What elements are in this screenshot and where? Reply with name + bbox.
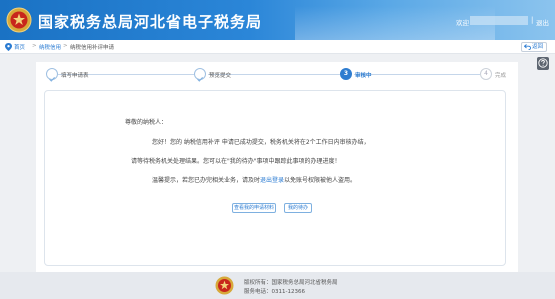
site-footer: 版权所有：国家税务总局河北省税务局 服务电话：0311-12366 [0, 272, 555, 299]
breadcrumb-current: 纳税信用补评申请 [70, 45, 115, 51]
message-line-3: 温馨提示，若您已办完相关业务，请及时退出登录以免账号权限被他人盗用。 [152, 175, 356, 184]
breadcrumb-separator: > [32, 43, 37, 49]
header-separator: | [531, 16, 534, 24]
step-4-indicator: 4 [480, 68, 492, 80]
message-line-2: 请等待税务机关处理结果。您可以在"我的待办"事项中跟踪此事项的办理进度！ [131, 158, 341, 165]
footer-copyright: 版权所有：国家税务总局河北省税务局 [244, 280, 338, 286]
welcome-text: 欢迎 [456, 19, 469, 27]
view-application-button[interactable]: 查看我的申请材料 [232, 203, 276, 213]
step-1-done-icon [46, 68, 58, 82]
breadcrumb-home[interactable]: 首页 [14, 43, 25, 51]
logout-inline-link[interactable]: 退出登录 [260, 177, 284, 184]
footer-hotline: 服务电话：0311-12366 [244, 289, 305, 295]
breadcrumb-credit[interactable]: 纳税信用 [39, 43, 61, 51]
message-line-1: 您好！您的 纳税信用补评 申请已成功提交，税务机关将在2个工作日内审核办结， [152, 139, 370, 146]
step-3-number: 3 [343, 70, 349, 77]
main-panel: 填写申请表 预览提交 3 审核中 4 完成 尊敬的纳税人： 您好！您的 纳税信用… [36, 62, 518, 272]
step-1-label: 填写申请表 [61, 73, 89, 79]
step-3-label: 审核中 [355, 73, 372, 79]
greeting-text: 尊敬的纳税人： [125, 119, 168, 126]
breadcrumb-separator: > [63, 43, 68, 49]
user-name-masked [470, 16, 528, 25]
back-button[interactable]: 返回 [521, 42, 547, 52]
help-icon [538, 58, 548, 68]
step-3-indicator: 3 [340, 68, 352, 80]
logout-link[interactable]: 退出 [536, 17, 549, 27]
tax-emblem-icon [6, 7, 32, 33]
tip-suffix: 以免账号权限被他人盗用。 [284, 177, 357, 184]
location-pin-icon [5, 43, 12, 51]
back-button-label: 返回 [532, 44, 544, 50]
step-4-label: 完成 [495, 73, 507, 79]
step-4-number: 4 [484, 70, 488, 77]
breadcrumb: 首页 > 纳税信用 > 纳税信用补评申请 返回 [0, 40, 555, 54]
step-2-label: 预览提交 [209, 73, 232, 79]
help-button[interactable] [537, 57, 549, 70]
my-todo-button[interactable]: 我的待办 [284, 203, 312, 213]
back-arrow-icon [524, 44, 531, 50]
site-header: 国家税务总局河北省电子税务局 欢迎 | 退出 [0, 0, 555, 40]
site-title: 国家税务总局河北省电子税务局 [38, 13, 263, 31]
step-2-done-icon [194, 68, 206, 82]
tip-prefix: 温馨提示，若您已办完相关业务，请及时 [152, 177, 261, 184]
tax-emblem-icon [215, 276, 234, 295]
step-connector [354, 74, 480, 75]
